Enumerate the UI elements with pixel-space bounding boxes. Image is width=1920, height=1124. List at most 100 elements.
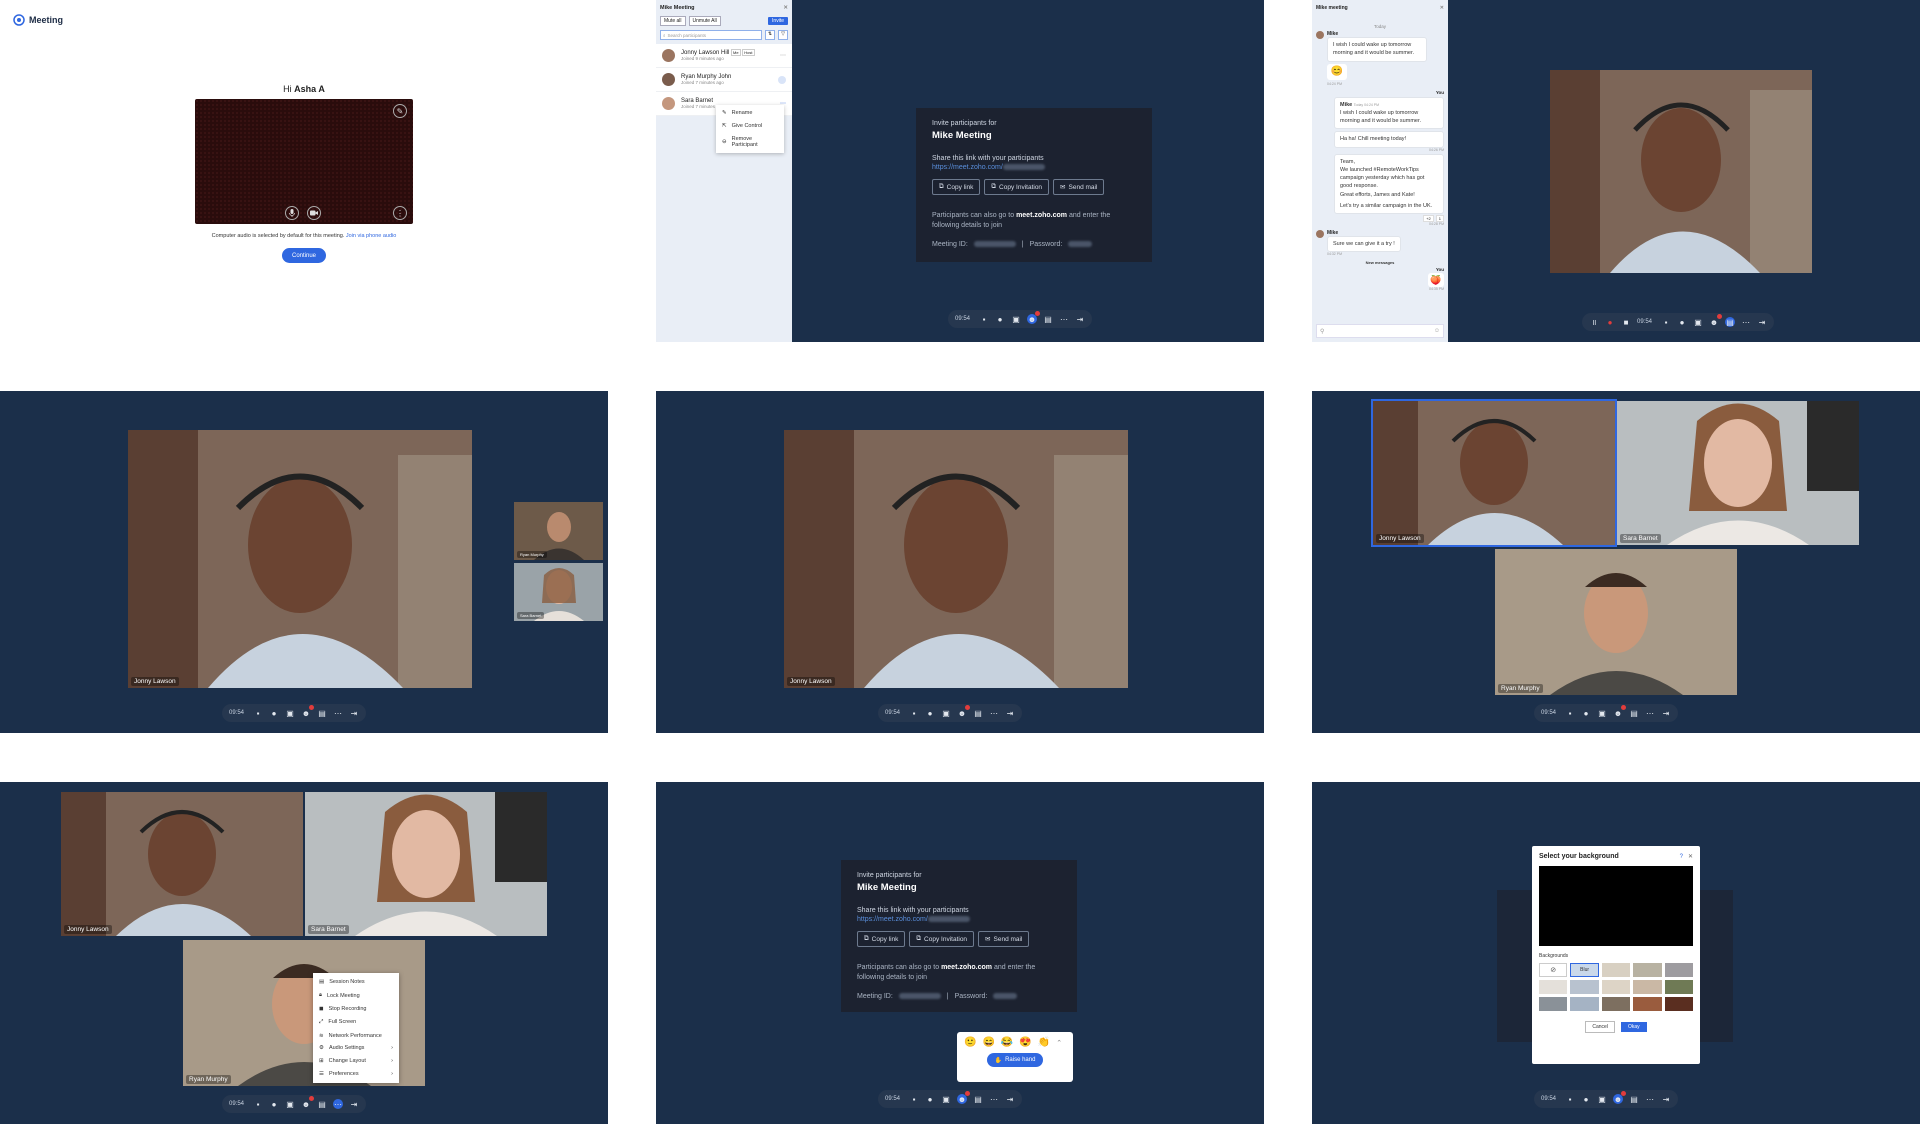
mic-icon[interactable]: ● [995, 314, 1005, 324]
close-icon[interactable]: ✕ [783, 5, 788, 11]
mic-icon[interactable]: ● [269, 708, 279, 718]
copy-invitation-button[interactable]: ⧉ Copy Invitation [984, 179, 1050, 195]
screen-share-icon[interactable]: ▣ [1693, 317, 1703, 327]
chat-icon[interactable]: ▤ [1043, 314, 1053, 324]
mic-icon[interactable]: ● [925, 1094, 935, 1104]
grin-emoji-icon[interactable]: 😄 [982, 1037, 994, 1048]
okay-button[interactable]: Okay [1620, 1022, 1647, 1032]
copy-link-button[interactable]: ⧉ Copy link [857, 931, 906, 947]
participants-icon[interactable]: ☻ [1027, 311, 1041, 324]
leave-icon[interactable]: ⇥ [1075, 314, 1085, 324]
leave-icon[interactable]: ⇥ [349, 1099, 359, 1109]
phone-audio-link[interactable]: Join via phone audio [346, 233, 396, 239]
mic-icon[interactable]: ● [269, 1099, 279, 1109]
camera-icon[interactable]: ▪ [1661, 317, 1671, 327]
more-icon[interactable]: ⋯ [1741, 317, 1751, 327]
more-icon[interactable]: ⋯ [989, 1094, 999, 1104]
participants-icon[interactable]: ☻ [301, 1096, 315, 1109]
invite-button[interactable]: Invite [768, 17, 788, 25]
preferences-item[interactable]: ☰ Preferences › [313, 1067, 399, 1080]
thumbnail-video[interactable]: Sara Barnet [514, 563, 603, 621]
give-control-item[interactable]: ⇱ Give Control [716, 120, 784, 133]
invite-link[interactable]: https://meet.zoho.com/ [857, 916, 1061, 923]
filter-icon[interactable]: ▽ [778, 30, 788, 40]
mic-toggle-button[interactable] [285, 206, 299, 220]
more-icon[interactable]: ⋯ [989, 708, 999, 718]
sort-icon[interactable]: ⇅ [765, 30, 775, 40]
leave-icon[interactable]: ⇥ [1661, 1094, 1671, 1104]
screen-share-icon[interactable]: ▣ [285, 708, 295, 718]
full-screen-item[interactable]: ⤢ Full Screen [313, 1015, 399, 1029]
camera-icon[interactable]: ▪ [979, 314, 989, 324]
leave-icon[interactable]: ⇥ [1005, 1094, 1015, 1104]
stop-icon[interactable]: ■ [1621, 317, 1631, 327]
screen-share-icon[interactable]: ▣ [1597, 708, 1607, 718]
participant-row[interactable]: Ryan Murphy John Joined 7 minutes ago [656, 68, 792, 92]
screen-share-icon[interactable]: ▣ [1011, 314, 1021, 324]
copy-link-button[interactable]: ⧉ Copy link [932, 179, 981, 195]
thumbnail-video[interactable]: Ryan Murphy [514, 502, 603, 560]
more-icon[interactable]: ⋯ [333, 708, 343, 718]
audio-settings-item[interactable]: ⚙ Audio Settings › [313, 1042, 399, 1055]
chevron-up-icon[interactable]: ⌃ [1056, 1039, 1062, 1047]
chat-icon[interactable]: ▤ [973, 708, 983, 718]
background-thumb[interactable] [1601, 980, 1631, 994]
chat-icon[interactable]: ▤ [1629, 708, 1639, 718]
background-thumb[interactable] [1570, 980, 1599, 994]
clap-emoji-icon[interactable]: 👏 [1038, 1037, 1050, 1048]
background-thumb[interactable] [1633, 997, 1662, 1011]
pause-icon[interactable]: ॥ [1589, 317, 1599, 327]
chat-input[interactable]: ⚲ ☺ [1316, 324, 1444, 338]
background-thumb[interactable] [1664, 980, 1693, 994]
chat-icon[interactable]: ▤ [317, 708, 327, 718]
background-thumb[interactable] [1601, 997, 1631, 1011]
screen-share-icon[interactable]: ▣ [1597, 1094, 1607, 1104]
chat-icon[interactable]: ▤ [1725, 317, 1736, 327]
change-layout-item[interactable]: ⊞ Change Layout › [313, 1055, 399, 1068]
close-icon[interactable]: ✕ [1688, 853, 1693, 860]
participants-icon[interactable]: ☻ [301, 705, 315, 718]
chat-icon[interactable]: ▤ [317, 1099, 327, 1109]
mic-icon[interactable]: ● [1677, 317, 1687, 327]
screen-share-icon[interactable]: ▣ [285, 1099, 295, 1109]
background-thumb[interactable] [1539, 997, 1568, 1011]
screen-share-icon[interactable]: ▣ [941, 1094, 951, 1104]
send-mail-button[interactable]: ✉ Send mail [978, 931, 1030, 947]
raise-hand-button[interactable]: ✋ Raise hand [987, 1053, 1043, 1067]
cancel-button[interactable]: Cancel [1585, 1021, 1615, 1033]
network-performance-item[interactable]: ≋ Network Performance [313, 1029, 399, 1042]
attach-icon[interactable]: ⚲ [1320, 328, 1324, 335]
grid-video[interactable]: Ryan Murphy [1495, 549, 1737, 695]
participants-icon[interactable]: ☻ [957, 1091, 971, 1104]
leave-icon[interactable]: ⇥ [1757, 317, 1767, 327]
chat-icon[interactable]: ▤ [973, 1094, 983, 1104]
grid-video-active[interactable]: Jonny Lawson [1371, 399, 1617, 547]
emoji-icon[interactable]: ☺ [1434, 328, 1440, 334]
copy-invitation-button[interactable]: ⧉ Copy Invitation [909, 931, 975, 947]
camera-icon[interactable]: ▪ [1565, 708, 1575, 718]
reaction-count[interactable]: 1 [1435, 215, 1444, 222]
invite-link[interactable]: https://meet.zoho.com/ [932, 164, 1136, 171]
continue-button[interactable]: Continue [282, 248, 326, 263]
more-icon[interactable]: ⋯ [1059, 314, 1069, 324]
more-icon[interactable]: ⋯ [333, 1099, 344, 1109]
search-input[interactable]: ⌕ Search participants [660, 30, 762, 40]
camera-icon[interactable]: ▪ [1565, 1094, 1575, 1104]
camera-icon[interactable]: ▪ [909, 708, 919, 718]
background-thumb[interactable] [1601, 963, 1631, 977]
camera-icon[interactable]: ▪ [909, 1094, 919, 1104]
blur-option[interactable]: Blur [1570, 963, 1599, 977]
screen-share-icon[interactable]: ▣ [941, 708, 951, 718]
background-thumb[interactable] [1570, 997, 1599, 1011]
participants-icon[interactable]: ☻ [957, 705, 971, 718]
no-background-icon[interactable]: ⊘ [1539, 963, 1568, 977]
background-thumb[interactable] [1633, 963, 1662, 977]
lock-meeting-item[interactable]: 🔒︎ Lock Meeting [313, 989, 399, 1003]
session-notes-item[interactable]: ▤ Session Notes [313, 976, 399, 989]
effects-wand-icon[interactable]: ✎ [393, 104, 407, 118]
heart-eyes-emoji-icon[interactable]: 😍 [1019, 1037, 1031, 1048]
record-icon[interactable]: ● [1605, 317, 1615, 327]
more-icon[interactable]: ⋯ [1645, 1094, 1655, 1104]
participants-icon[interactable]: ☻ [1709, 314, 1723, 327]
background-thumb[interactable] [1633, 980, 1662, 994]
